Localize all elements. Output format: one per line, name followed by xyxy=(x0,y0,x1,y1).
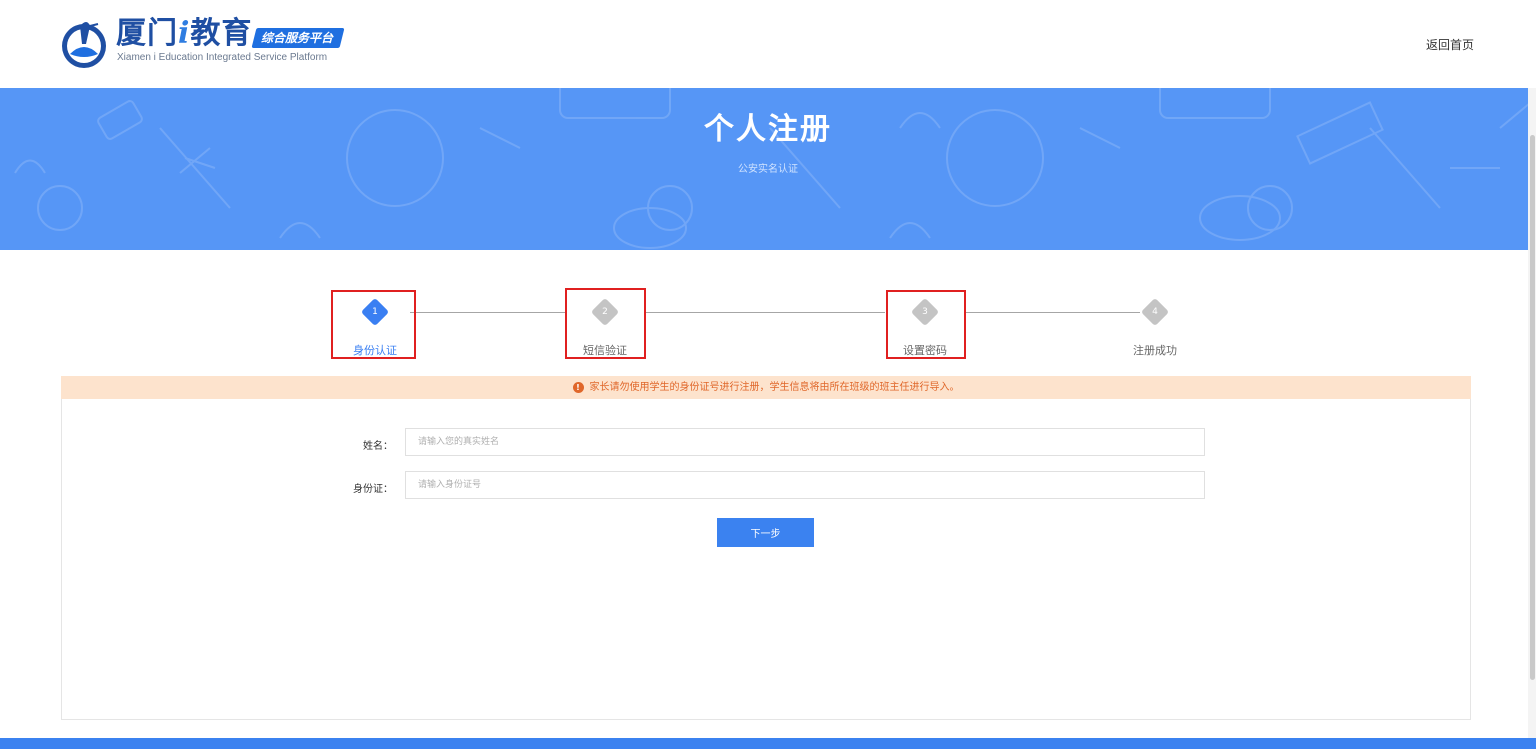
logo-badge: 综合服务平台 xyxy=(251,28,345,48)
step-label: 注册成功 xyxy=(1133,344,1177,357)
highlight-box-step-1 xyxy=(331,290,416,359)
highlight-box-step-3 xyxy=(886,290,966,359)
logo-english-name: Xiamen i Education Integrated Service Pl… xyxy=(117,52,328,63)
warning-icon: ! xyxy=(572,381,584,393)
site-logo[interactable]: 厦门i教育 综合服务平台 Xiamen i Education Integrat… xyxy=(60,14,360,70)
notice-text: 家长请勿使用学生的身份证号进行注册，学生信息将由所在班级的班主任进行导入。 xyxy=(589,382,960,393)
step-connector-3 xyxy=(965,312,1140,313)
logo-heron-icon xyxy=(62,22,106,68)
page-subtitle: 公安实名认证 xyxy=(738,164,798,175)
next-step-button[interactable]: 下一步 xyxy=(717,518,814,547)
page-title: 个人注册 xyxy=(704,112,832,147)
highlight-box-step-2 xyxy=(565,288,646,359)
id-card-label: 身份证： xyxy=(353,484,393,495)
warning-notice: ! 家长请勿使用学生的身份证号进行注册，学生信息将由所在班级的班主任进行导入。 xyxy=(61,376,1471,399)
scrollbar-thumb[interactable] xyxy=(1530,135,1535,680)
page-footer xyxy=(0,738,1536,749)
name-label: 姓名： xyxy=(363,441,393,452)
name-input[interactable] xyxy=(405,428,1205,456)
back-to-home-link[interactable]: 返回首页 xyxy=(1426,36,1474,53)
step-connector-2 xyxy=(645,312,885,313)
site-header: 厦门i教育 综合服务平台 Xiamen i Education Integrat… xyxy=(0,0,1536,88)
logo-chinese-name: 厦门i教育 xyxy=(116,16,253,51)
id-card-input[interactable] xyxy=(405,471,1205,499)
step-number: 4 xyxy=(1152,307,1158,317)
step-connector-1 xyxy=(410,312,565,313)
